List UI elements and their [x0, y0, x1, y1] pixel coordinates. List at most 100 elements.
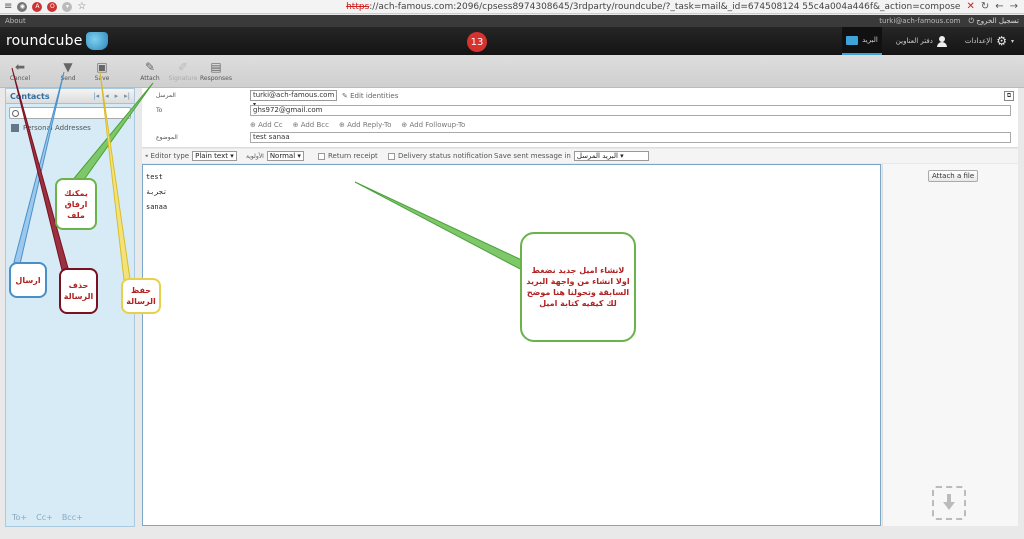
back-icon[interactable]: ←	[995, 1, 1003, 12]
editor-type-label: Editor type	[150, 152, 190, 160]
adblock-icon[interactable]: A	[32, 1, 43, 12]
send-annotation-text: ارسال	[15, 275, 41, 285]
main-annotation-text: لانشاء اميل جديد نضغط اولا انشاء من واجه…	[526, 266, 630, 308]
attach-label: Attach	[140, 75, 160, 82]
app-header: roundcube 13 البريد دفتر العناوين الإعدا…	[0, 27, 1024, 55]
address-bar[interactable]: https://ach-famous.com:2096/cpsess897430…	[110, 2, 966, 12]
add-bcc-button[interactable]: Bcc+	[62, 513, 83, 522]
priority-value: Normal	[269, 152, 296, 160]
add-reply-to-link[interactable]: ⊕ Add Reply-To	[339, 121, 391, 129]
opera-icon[interactable]: O	[47, 1, 58, 12]
shield-icon[interactable]: ▾	[62, 1, 73, 12]
delete-annotation-text: حذف الرسالة	[63, 281, 94, 301]
forward-icon[interactable]: →	[1010, 1, 1018, 12]
attach-file-button[interactable]: Attach a file	[928, 170, 979, 182]
save-sent-select[interactable]: البريد المرسل ▾	[573, 151, 649, 161]
compose-options: ◂ Editor type Plain text ▾ الأولوية Norm…	[142, 149, 1018, 163]
add-header-row: ⊕ Add Cc ⊕ Add Bcc ⊕ Add Reply-To ⊕ Add …	[142, 118, 1012, 131]
compose-headers: المرسل turki@ach-famous.com ▾ ✎ Edit ide…	[142, 88, 1018, 148]
from-label: المرسل	[156, 92, 176, 99]
send-icon: ▼	[63, 60, 73, 74]
url-scheme: https	[346, 1, 370, 12]
gear-icon: ⚙	[996, 34, 1007, 48]
compose-toolbar: ⬅ Cancel ▼ Send ▣ Save ✎ Attach ✐ Signat…	[0, 55, 1024, 88]
address-book-icon	[11, 124, 19, 132]
add-header-links: ⊕ Add Cc ⊕ Add Bcc ⊕ Add Reply-To ⊕ Add …	[250, 121, 465, 129]
logout-link[interactable]: ⏻ تسجيل الخروج	[969, 17, 1020, 26]
close-tab-icon[interactable]: ✕	[966, 1, 974, 12]
back-arrow-icon: ⬅	[14, 60, 26, 74]
main-nav: البريد دفتر العناوين الإعدادات ⚙ ▾	[842, 27, 1018, 55]
add-followup-to-link[interactable]: ⊕ Add Followup-To	[401, 121, 465, 129]
cancel-button[interactable]: ⬅ Cancel	[3, 60, 37, 86]
browser-toolbar: ≡ ◉ A O ▾ ☆ https://ach-famous.com:2096/…	[0, 0, 1024, 14]
address-book-label: Personal Addresses	[23, 124, 91, 132]
editor-type-select[interactable]: Plain text ▾	[192, 151, 237, 161]
menu-icon[interactable]: ≡	[4, 1, 12, 12]
last-page-icon[interactable]: ▸|	[124, 92, 130, 100]
subject-input[interactable]: test sanaa	[250, 132, 1011, 143]
bookmark-star-icon[interactable]: ☆	[77, 1, 86, 12]
responses-button[interactable]: ▤ Responses	[199, 60, 233, 86]
add-cc-button[interactable]: Cc+	[36, 513, 53, 522]
delivery-notification-checkbox[interactable]	[388, 152, 395, 160]
subject-row: الموضوع test sanaa	[142, 131, 1012, 144]
browser-extensions: ≡ ◉ A O ▾ ☆	[0, 1, 110, 12]
address-book-item[interactable]: Personal Addresses	[6, 124, 134, 132]
send-annotation: ارسال	[9, 262, 47, 298]
chevron-down-icon: ▾	[1010, 37, 1014, 45]
first-page-icon[interactable]: |◂	[93, 92, 99, 100]
save-sent-value: البريد المرسل	[576, 152, 618, 160]
body-line: test	[146, 173, 163, 181]
logo-cube-icon	[85, 32, 108, 50]
add-cc-link[interactable]: ⊕ Add Cc	[250, 121, 283, 129]
delivery-notification-label: Delivery status notification	[398, 152, 493, 160]
save-sent-option: Save sent message in البريد المرسل ▾	[494, 151, 649, 161]
nav-mail-label: البريد	[862, 36, 878, 44]
nav-settings[interactable]: الإعدادات ⚙ ▾	[961, 27, 1018, 55]
maximize-icon[interactable]: ⧉	[1004, 91, 1014, 101]
add-bcc-link[interactable]: ⊕ Add Bcc	[293, 121, 329, 129]
next-page-icon[interactable]: ▸	[115, 92, 119, 100]
upload-drop-zone[interactable]	[932, 486, 966, 520]
send-button[interactable]: ▼ Send	[51, 60, 85, 86]
attach-button[interactable]: ✎ Attach	[133, 60, 167, 86]
from-select[interactable]: turki@ach-famous.com ▾	[250, 90, 337, 108]
roundcube-logo[interactable]: roundcube	[6, 32, 108, 50]
save-annotation-text: حفظ الرسالة	[126, 286, 156, 306]
signature-button[interactable]: ✐ Signature	[166, 60, 200, 86]
priority-select[interactable]: Normal ▾	[266, 151, 304, 161]
editor-toggle-icon[interactable]: ◂	[145, 153, 148, 159]
to-input[interactable]: ghs972@gmail.com	[250, 105, 1011, 116]
about-bar: About turki@ach-famous.com ⏻ تسجيل الخرو…	[0, 15, 1024, 27]
return-receipt-checkbox[interactable]	[318, 152, 325, 160]
contacts-footer: To+ Cc+ Bcc+	[12, 513, 83, 522]
signature-label: Signature	[168, 75, 198, 82]
logo-text: roundcube	[6, 33, 83, 49]
pen-icon: ✐	[177, 60, 189, 74]
add-followup-to-label: Add Followup-To	[409, 120, 466, 129]
nav-contacts[interactable]: دفتر العناوين	[892, 27, 951, 55]
attachments-pane: Attach a file	[882, 164, 1018, 526]
save-button[interactable]: ▣ Save	[85, 60, 119, 86]
contacts-title: Contacts	[10, 91, 50, 101]
search-icon	[12, 109, 19, 117]
editor-type-option: ◂ Editor type Plain text ▾	[145, 151, 237, 161]
main-annotation: لانشاء اميل جديد نضغط اولا انشاء من واجه…	[520, 232, 636, 342]
prev-page-icon[interactable]: ◂	[105, 92, 109, 100]
paperclip-icon: ✎	[144, 60, 156, 74]
url-text: ://ach-famous.com:2096/cpsess8974308645/…	[369, 1, 961, 12]
editor-type-value: Plain text	[195, 152, 228, 160]
nav-mail[interactable]: البريد	[842, 27, 882, 55]
add-to-button[interactable]: To+	[12, 513, 27, 522]
delivery-notification-option: Delivery status notification	[388, 152, 492, 160]
message-body-editor[interactable]: test تجربة sanaa	[142, 164, 881, 526]
reload-icon[interactable]: ↻	[981, 1, 989, 12]
to-label: To	[156, 107, 163, 114]
return-receipt-label: Return receipt	[328, 152, 378, 160]
about-link[interactable]: About	[5, 17, 26, 25]
edit-identities-link[interactable]: ✎ Edit identities	[342, 92, 398, 100]
user-icon	[936, 35, 947, 47]
extension-icon[interactable]: ◉	[17, 1, 28, 12]
contacts-search-input[interactable]	[9, 107, 131, 119]
